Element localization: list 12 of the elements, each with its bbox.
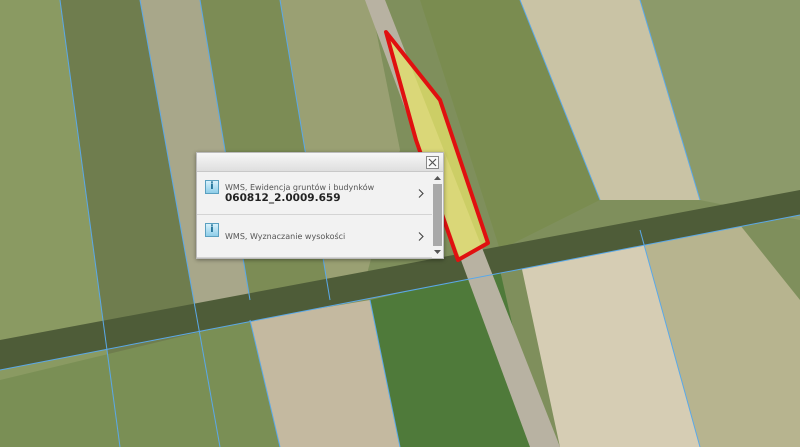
parcel-id: 060812_2.0009.659 (225, 192, 341, 204)
layer-name: WMS, Wyznaczanie wysokości (225, 232, 346, 240)
result-item[interactable]: i WMS, Ewidencja gruntów i budynków 060812_2.0009.659 (197, 172, 432, 215)
info-icon: i (205, 223, 219, 237)
chevron-right-icon (418, 232, 424, 240)
chevron-right-icon (418, 188, 424, 198)
layer-name: WMS, Ewidencja gruntów i budynków (225, 182, 376, 192)
info-icon: i (205, 180, 219, 194)
scroll-up-icon[interactable] (434, 176, 441, 180)
scrollbar-thumb[interactable] (433, 184, 442, 246)
close-button[interactable] (426, 156, 439, 168)
result-item[interactable]: i WMS, Wyznaczanie wysokości (197, 215, 432, 258)
